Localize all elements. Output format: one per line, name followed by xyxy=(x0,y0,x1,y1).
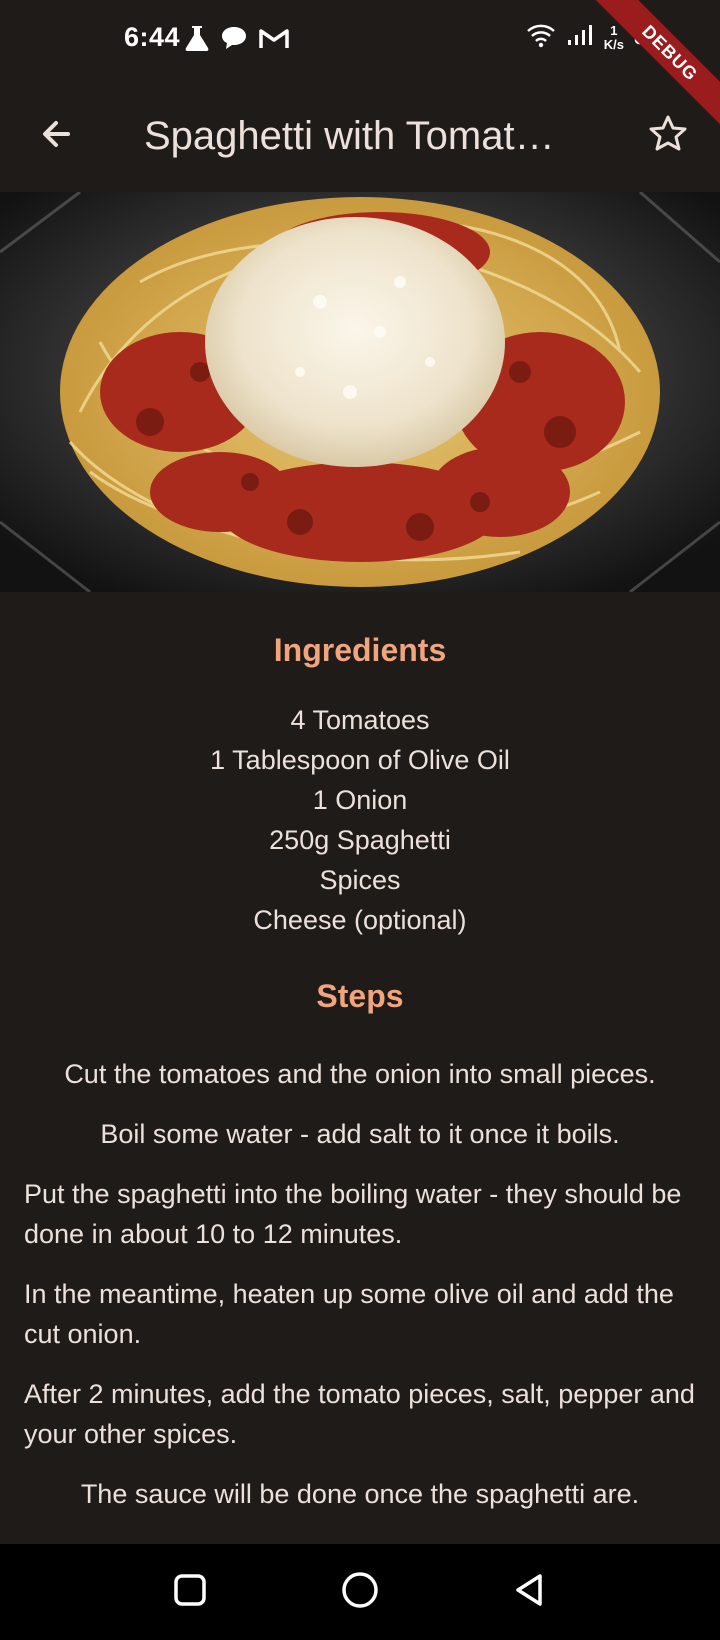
arrow-back-icon xyxy=(38,116,74,157)
nav-back-button[interactable] xyxy=(506,1568,554,1616)
ingredients-list: 4 Tomatoes 1 Tablespoon of Olive Oil 1 O… xyxy=(0,700,720,940)
step-item: Boil some water - add salt to it once it… xyxy=(100,1119,620,1149)
status-time: 6:44 xyxy=(124,22,181,52)
gmail-icon xyxy=(258,26,290,55)
favorite-button[interactable] xyxy=(636,104,700,168)
wifi-icon xyxy=(526,22,556,53)
ingredient-item: 4 Tomatoes xyxy=(290,705,430,735)
step-item: In the meantime, heaten up some olive oi… xyxy=(24,1279,674,1349)
steps-list: Cut the tomatoes and the onion into smal… xyxy=(24,1054,696,1534)
home-button[interactable] xyxy=(336,1568,384,1616)
ingredient-item: Spices xyxy=(319,865,401,895)
star-outline-icon xyxy=(648,114,688,159)
app-bar: Spaghetti with Tomat… xyxy=(0,80,720,192)
step-item: The sauce will be done once the spaghett… xyxy=(80,1479,640,1509)
step-item: Cut the tomatoes and the onion into smal… xyxy=(64,1059,656,1089)
steps-heading: Steps xyxy=(316,978,404,1014)
ingredient-item: Cheese (optional) xyxy=(253,905,467,935)
signal-icon xyxy=(566,23,594,52)
ingredient-item: 1 Tablespoon of Olive Oil xyxy=(210,745,510,775)
ingredient-item: 1 Onion xyxy=(312,785,408,815)
net-speed-value: 1 xyxy=(610,22,618,38)
ingredient-item: 250g Spaghetti xyxy=(269,825,451,855)
back-button[interactable] xyxy=(24,104,88,168)
recipe-detail-screen: 6:44 1 K/s DEBUG Spaghetti with Tomat… I… xyxy=(0,0,720,1640)
recents-button[interactable] xyxy=(166,1568,214,1616)
chat-icon xyxy=(220,25,248,56)
recents-square-icon xyxy=(172,1572,208,1613)
net-speed-unit: K/s xyxy=(603,36,624,52)
page-title: Spaghetti with Tomat… xyxy=(144,114,555,158)
back-triangle-icon xyxy=(512,1572,548,1613)
ingredients-heading: Ingredients xyxy=(273,632,447,668)
recipe-photo xyxy=(0,192,720,592)
status-left-icons xyxy=(184,24,290,57)
flask-icon xyxy=(184,24,210,57)
system-nav-bar xyxy=(0,1544,720,1640)
net-speed: 1 K/s xyxy=(603,22,624,52)
home-circle-icon xyxy=(340,1570,380,1615)
step-item: Put the spaghetti into the boiling water… xyxy=(24,1179,682,1249)
step-item: After 2 minutes, add the tomato pieces, … xyxy=(24,1379,695,1449)
